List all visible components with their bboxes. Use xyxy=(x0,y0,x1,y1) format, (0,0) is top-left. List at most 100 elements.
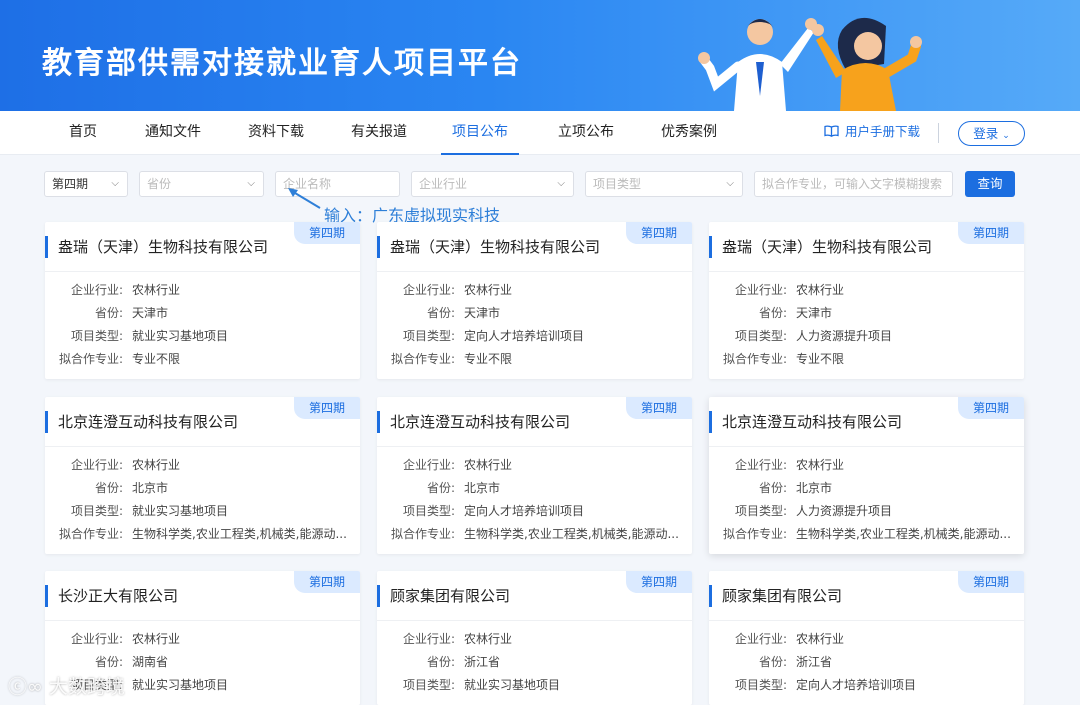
industry-label: 企业行业: xyxy=(402,632,455,646)
period-badge: 第四期 xyxy=(626,222,692,244)
project-type-select[interactable]: 项目类型 ⌵ xyxy=(585,171,743,197)
card-accent-bar xyxy=(45,411,48,433)
card-accent-bar xyxy=(709,411,712,433)
province-value: 天津市 xyxy=(796,306,833,320)
nav-home[interactable]: 首页 xyxy=(69,111,97,155)
nav-approval-announce[interactable]: 立项公布 xyxy=(558,111,614,155)
header-banner: 教育部供需对接就业育人项目平台 xyxy=(0,0,1080,111)
province-placeholder: 省份 xyxy=(147,177,172,191)
period-badge: 第四期 xyxy=(626,397,692,419)
nav-reports[interactable]: 有关报道 xyxy=(351,111,407,155)
province-value: 浙江省 xyxy=(464,655,501,669)
company-card[interactable]: 盎瑞（天津）生物科技有限公司 第四期 企业行业: 农林行业 省份: 天津市 项目类型:… xyxy=(709,222,1024,379)
card-accent-bar xyxy=(377,236,380,258)
province-label: 省份: xyxy=(94,481,123,495)
company-name[interactable]: 长沙正大有限公司 xyxy=(58,585,178,607)
type-placeholder: 项目类型 xyxy=(593,177,642,191)
industry-placeholder: 企业行业 xyxy=(419,177,468,191)
province-value: 浙江省 xyxy=(796,655,833,669)
nav-notices[interactable]: 通知文件 xyxy=(145,111,201,155)
watermark-logo-icon: ⓒ∞ xyxy=(8,676,49,698)
major-label: 拟合作专业: xyxy=(58,352,123,366)
province-label: 省份: xyxy=(426,481,455,495)
company-card[interactable]: 北京连澄互动科技有限公司 第四期 企业行业: 农林行业 省份: 北京市 项目类型: 人力… xyxy=(709,397,1024,554)
province-label: 省份: xyxy=(758,655,787,669)
period-select[interactable]: 第四期 ⌵ xyxy=(44,171,128,197)
chevron-down-icon: ⌄ xyxy=(1002,131,1010,141)
annotation-arrow-icon xyxy=(288,188,321,209)
industry-label: 企业行业: xyxy=(402,458,455,472)
nav-cases[interactable]: 优秀案例 xyxy=(661,111,717,155)
province-select[interactable]: 省份 ⌵ xyxy=(139,171,264,197)
company-name[interactable]: 顾家集团有限公司 xyxy=(722,585,842,607)
province-value: 北京市 xyxy=(796,481,833,495)
major-value: 生物科学类,农业工程类,机械类,能源动... xyxy=(796,527,1011,541)
type-label: 项目类型: xyxy=(70,329,123,343)
query-button[interactable]: 查询 xyxy=(965,171,1015,197)
province-label: 省份: xyxy=(758,306,787,320)
company-name[interactable]: 北京连澄互动科技有限公司 xyxy=(722,411,902,433)
industry-value: 农林行业 xyxy=(132,283,181,297)
industry-value: 农林行业 xyxy=(132,458,181,472)
major-value: 生物科学类,农业工程类,机械类,能源动... xyxy=(132,527,347,541)
login-label: 登录 xyxy=(973,126,999,141)
period-badge: 第四期 xyxy=(958,397,1024,419)
company-card[interactable]: 盎瑞（天津）生物科技有限公司 第四期 企业行业: 农林行业 省份: 天津市 项目类型:… xyxy=(377,222,692,379)
nav-downloads[interactable]: 资料下载 xyxy=(248,111,304,155)
major-value: 专业不限 xyxy=(132,352,181,366)
card-accent-bar xyxy=(45,236,48,258)
card-accent-bar xyxy=(377,585,380,607)
chevron-down-icon: ⌵ xyxy=(557,178,565,189)
company-card[interactable]: 北京连澄互动科技有限公司 第四期 企业行业: 农林行业 省份: 北京市 项目类型: 就业… xyxy=(45,397,360,554)
type-value: 就业实习基地项目 xyxy=(132,678,229,692)
province-label: 省份: xyxy=(94,306,123,320)
company-name[interactable]: 北京连澄互动科技有限公司 xyxy=(390,411,570,433)
company-name[interactable]: 盎瑞（天津）生物科技有限公司 xyxy=(390,236,600,258)
period-value: 第四期 xyxy=(52,177,89,191)
major-label: 拟合作专业: xyxy=(390,527,455,541)
company-card[interactable]: 盎瑞（天津）生物科技有限公司 第四期 企业行业: 农林行业 省份: 天津市 项目类型:… xyxy=(45,222,360,379)
period-badge: 第四期 xyxy=(294,571,360,593)
major-value: 专业不限 xyxy=(464,352,513,366)
province-label: 省份: xyxy=(426,655,455,669)
industry-value: 农林行业 xyxy=(132,632,181,646)
company-card[interactable]: 顾家集团有限公司 第四期 企业行业: 农林行业 省份: 浙江省 项目类型: 就业实习基地… xyxy=(377,571,692,705)
industry-value: 农林行业 xyxy=(464,458,513,472)
period-badge: 第四期 xyxy=(626,571,692,593)
high-five-illustration xyxy=(698,17,922,111)
type-value: 就业实习基地项目 xyxy=(464,678,561,692)
type-label: 项目类型: xyxy=(402,678,455,692)
industry-select[interactable]: 企业行业 ⌵ xyxy=(411,171,574,197)
company-name[interactable]: 盎瑞（天津）生物科技有限公司 xyxy=(58,236,268,258)
main-nav: 首页 通知文件 资料下载 有关报道 项目公布 立项公布 优秀案例 用户手册下载 … xyxy=(0,111,1080,155)
major-placeholder: 拟合作专业，可输入文字模糊搜索 xyxy=(762,177,943,191)
province-label: 省份: xyxy=(758,481,787,495)
industry-label: 企业行业: xyxy=(734,283,787,297)
company-card[interactable]: 北京连澄互动科技有限公司 第四期 企业行业: 农林行业 省份: 北京市 项目类型: 定向… xyxy=(377,397,692,554)
company-name[interactable]: 北京连澄互动科技有限公司 xyxy=(58,411,238,433)
major-search-input[interactable]: 拟合作专业，可输入文字模糊搜索 xyxy=(754,171,953,197)
major-value: 生物科学类,农业工程类,机械类,能源动... xyxy=(464,527,679,541)
period-badge: 第四期 xyxy=(958,571,1024,593)
nav-project-announce[interactable]: 项目公布 xyxy=(441,111,519,155)
login-button[interactable]: 登录 ⌄ xyxy=(958,121,1025,146)
company-name[interactable]: 盎瑞（天津）生物科技有限公司 xyxy=(722,236,932,258)
industry-label: 企业行业: xyxy=(734,458,787,472)
user-manual-download[interactable]: 用户手册下载 xyxy=(824,111,920,155)
type-value: 人力资源提升项目 xyxy=(796,504,893,518)
type-value: 就业实习基地项目 xyxy=(132,329,229,343)
card-accent-bar xyxy=(709,236,712,258)
province-label: 省份: xyxy=(426,306,455,320)
period-badge: 第四期 xyxy=(294,222,360,244)
industry-value: 农林行业 xyxy=(796,458,845,472)
book-icon xyxy=(824,112,839,154)
major-label: 拟合作专业: xyxy=(722,527,787,541)
type-value: 定向人才培养培训项目 xyxy=(464,504,585,518)
company-name[interactable]: 顾家集团有限公司 xyxy=(390,585,510,607)
industry-value: 农林行业 xyxy=(796,632,845,646)
province-value: 天津市 xyxy=(132,306,169,320)
industry-label: 企业行业: xyxy=(70,632,123,646)
user-manual-label: 用户手册下载 xyxy=(845,124,921,139)
company-card[interactable]: 顾家集团有限公司 第四期 企业行业: 农林行业 省份: 浙江省 项目类型: 定向人才培养… xyxy=(709,571,1024,705)
major-label: 拟合作专业: xyxy=(722,352,787,366)
